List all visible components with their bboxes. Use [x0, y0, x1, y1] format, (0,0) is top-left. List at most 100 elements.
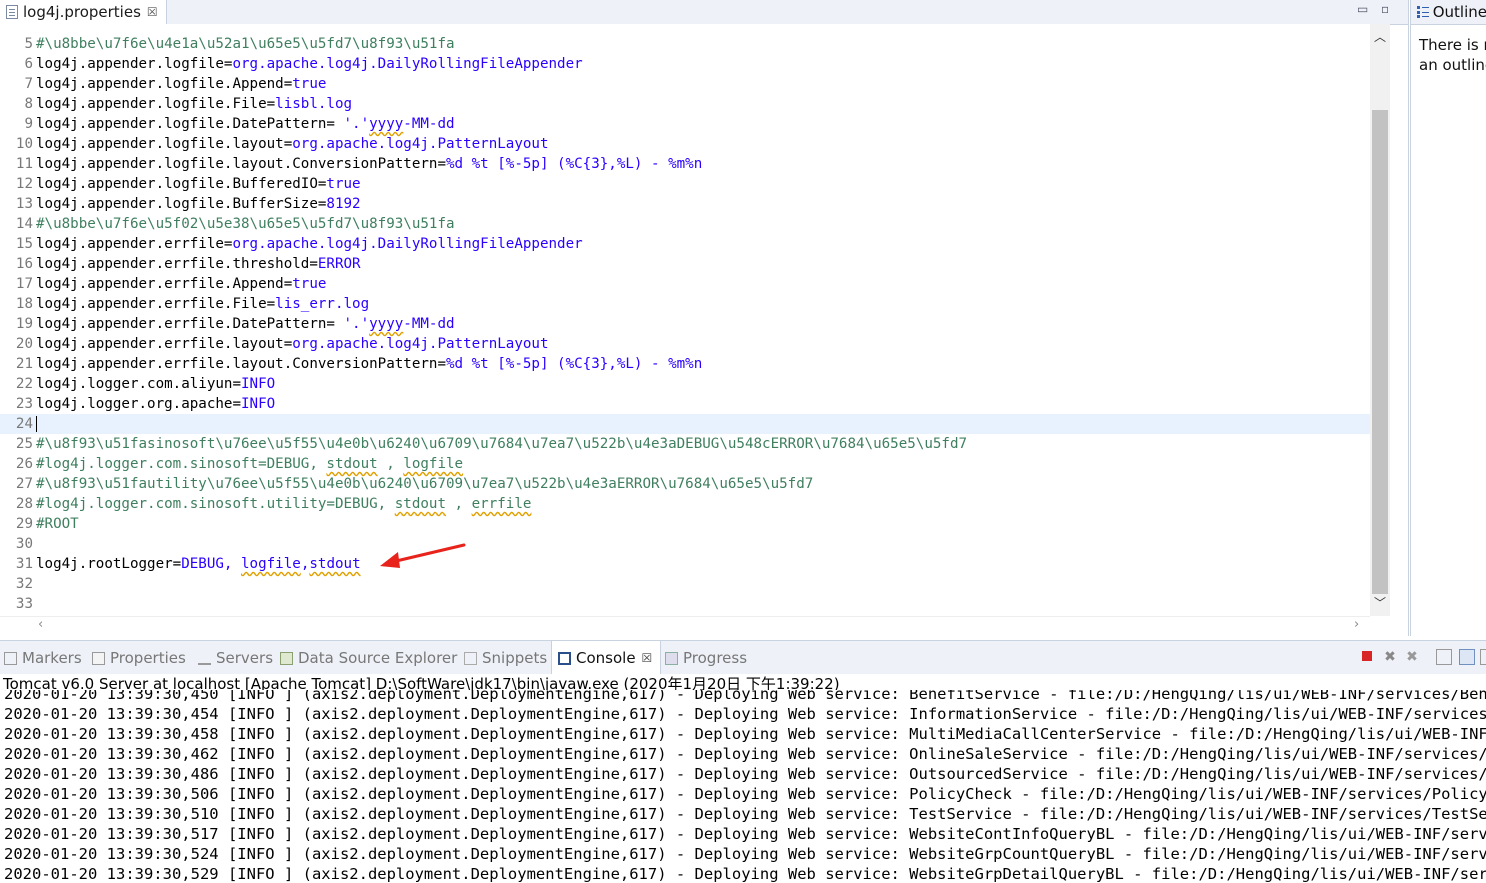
code-token: yyyy	[369, 316, 404, 332]
editor-tab-log4j-properties[interactable]: log4j.properties ☒	[0, 0, 167, 24]
tab-markers[interactable]: Markers	[4, 641, 82, 675]
console-output[interactable]: 2020-01-20 13:39:30,450 [INFO ] (axis2.d…	[0, 690, 1486, 883]
line-text: log4j.appender.errfile.DatePattern= '.'y…	[33, 314, 455, 334]
line-text: log4j.appender.logfile.layout=org.apache…	[33, 134, 549, 154]
code-line[interactable]: 17 log4j.appender.errfile.Append=true	[0, 274, 1370, 294]
properties-icon	[92, 651, 105, 665]
code-line[interactable]: 7 log4j.appender.logfile.Append=true	[0, 74, 1370, 94]
code-line[interactable]: 32	[0, 574, 1370, 594]
code-token: INFO	[241, 376, 276, 392]
scroll-lock-icon[interactable]	[1459, 649, 1475, 665]
code-line[interactable]: 15 log4j.appender.errfile=org.apache.log4…	[0, 234, 1370, 254]
code-token: log4j.appender.errfile=	[36, 236, 233, 252]
line-text: log4j.logger.org.apache=INFO	[33, 394, 275, 414]
line-text: log4j.appender.errfile.Append=true	[33, 274, 326, 294]
line-text: log4j.appender.logfile.layout.Conversion…	[33, 154, 702, 174]
close-icon[interactable]: ☒	[147, 5, 158, 19]
data-source-explorer-icon	[280, 651, 293, 665]
code-line[interactable]: 10 log4j.appender.logfile.layout=org.apac…	[0, 134, 1370, 154]
minimize-icon[interactable]: ▭	[1357, 2, 1368, 16]
code-line[interactable]: 19 log4j.appender.errfile.DatePattern= '.…	[0, 314, 1370, 334]
terminate-icon[interactable]	[1359, 649, 1375, 665]
properties-file-icon	[6, 5, 18, 19]
line-number: 31	[15, 556, 33, 572]
outline-message-line: an outline	[1419, 56, 1486, 74]
code-token: -MM-dd	[403, 116, 455, 132]
code-token: %d %t [%-5p] (%C{3},%L) - %m%n	[446, 156, 703, 172]
tab-label: Data Source Explorer	[298, 649, 458, 667]
line-number: 8	[24, 96, 33, 112]
vertical-scrollbar[interactable]: ︿ ﹀	[1370, 24, 1390, 616]
code-line[interactable]: 12 log4j.appender.logfile.BufferedIO=true	[0, 174, 1370, 194]
code-line[interactable]: 20 log4j.appender.errfile.layout=org.apac…	[0, 334, 1370, 354]
line-text: #ROOT	[33, 514, 79, 534]
code-line[interactable]: 5 #\u8bbe\u7f6e\u4e1a\u52a1\u65e5\u5fd7\u…	[0, 34, 1370, 54]
scroll-right-icon[interactable]: ›	[1354, 617, 1359, 632]
code-token: DEBUG,	[181, 556, 242, 572]
code-token: log4j.appender.logfile=	[36, 56, 233, 72]
line-number: 13	[15, 196, 33, 212]
code-line[interactable]: 16 log4j.appender.errfile.threshold=ERROR	[0, 254, 1370, 274]
code-line[interactable]: 29 #ROOT	[0, 514, 1370, 534]
code-line[interactable]: 18 log4j.appender.errfile.File=lis_err.lo…	[0, 294, 1370, 314]
code-line[interactable]: 33	[0, 594, 1370, 614]
code-line[interactable]: 27 #\u8f93\u51fautility\u76ee\u5f55\u4e0b…	[0, 474, 1370, 494]
close-icon[interactable]: ☒	[642, 651, 653, 665]
tab-properties[interactable]: Properties	[92, 641, 186, 675]
code-editor[interactable]: 5 #\u8bbe\u7f6e\u4e1a\u52a1\u65e5\u5fd7\u…	[0, 24, 1370, 616]
code-line[interactable]: 24	[0, 414, 1370, 434]
code-token: INFO	[241, 396, 276, 412]
code-line[interactable]: 21 log4j.appender.errfile.layout.Conversi…	[0, 354, 1370, 374]
console-line: 2020-01-20 13:39:30,524 [INFO ] (axis2.d…	[4, 845, 1486, 863]
horizontal-scrollbar[interactable]: ‹ ›	[0, 616, 1370, 635]
tab-servers[interactable]: Servers	[198, 641, 273, 675]
line-number: 21	[15, 356, 33, 372]
console-icon	[558, 651, 571, 665]
line-text: log4j.appender.errfile=org.apache.log4j.…	[33, 234, 583, 254]
code-token: log4j.appender.errfile.layout=	[36, 336, 293, 352]
word-wrap-icon[interactable]	[1480, 649, 1486, 665]
remove-all-terminated-icon[interactable]: ✖	[1404, 649, 1420, 665]
tab-label: Progress	[683, 649, 748, 667]
code-line[interactable]: 23 log4j.logger.org.apache=INFO	[0, 394, 1370, 414]
code-token: org.apache.log4j.PatternLayout	[292, 136, 549, 152]
clear-console-icon[interactable]	[1436, 649, 1452, 665]
outline-tab[interactable]: Outline	[1411, 0, 1486, 25]
tab-label: Console	[576, 649, 636, 667]
code-line[interactable]: 31 log4j.rootLogger=DEBUG, logfile,stdout	[0, 554, 1370, 574]
code-line[interactable]: 13 log4j.appender.logfile.BufferSize=8192	[0, 194, 1370, 214]
line-number: 26	[15, 456, 33, 472]
code-token: ERROR	[317, 256, 361, 272]
code-line[interactable]: 22 log4j.logger.com.aliyun=INFO	[0, 374, 1370, 394]
tab-label: Markers	[22, 649, 82, 667]
line-number: 6	[24, 56, 33, 72]
line-text: #\u8f93\u51fautility\u76ee\u5f55\u4e0b\u…	[33, 474, 813, 494]
console-line: 2020-01-20 13:39:30,450 [INFO ] (axis2.d…	[4, 690, 1486, 703]
tab-console[interactable]: Console ☒	[551, 641, 662, 675]
code-line[interactable]: 6 log4j.appender.logfile=org.apache.log4j…	[0, 54, 1370, 74]
code-line[interactable]: 25 #\u8f93\u51fasinosoft\u76ee\u5f55\u4e0…	[0, 434, 1370, 454]
code-line[interactable]: 30	[0, 534, 1370, 554]
tab-label: Servers	[216, 649, 274, 667]
tab-snippets[interactable]: Snippets	[464, 641, 547, 675]
code-line[interactable]: 8 log4j.appender.logfile.File=lisbl.log	[0, 94, 1370, 114]
code-line[interactable]: 14 #\u8bbe\u7f6e\u5f02\u5e38\u65e5\u5fd7\…	[0, 214, 1370, 234]
code-line[interactable]: 11 log4j.appender.logfile.layout.Conversi…	[0, 154, 1370, 174]
code-token: stdout	[394, 496, 446, 512]
scroll-up-icon[interactable]: ︿	[1374, 28, 1386, 45]
scroll-down-icon[interactable]: ﹀	[1374, 594, 1386, 611]
scroll-left-icon[interactable]: ‹	[38, 617, 43, 632]
code-token: log4j.appender.logfile.DatePattern=	[36, 116, 344, 132]
scrollbar-thumb[interactable]	[1372, 110, 1388, 594]
console-line: 2020-01-20 13:39:30,454 [INFO ] (axis2.d…	[4, 705, 1486, 723]
line-text: log4j.appender.logfile.Append=true	[33, 74, 326, 94]
maximize-icon[interactable]: ▫	[1381, 2, 1389, 16]
line-number: 17	[15, 276, 33, 292]
code-line[interactable]: 9 log4j.appender.logfile.DatePattern= '.'…	[0, 114, 1370, 134]
code-token: true	[326, 176, 361, 192]
tab-progress[interactable]: Progress	[665, 641, 747, 675]
remove-launch-icon[interactable]: ✖	[1382, 649, 1398, 665]
tab-data-source-explorer[interactable]: Data Source Explorer	[280, 641, 457, 675]
code-line[interactable]: 26 #log4j.logger.com.sinosoft=DEBUG, stdo…	[0, 454, 1370, 474]
code-line[interactable]: 28 #log4j.logger.com.sinosoft.utility=DEB…	[0, 494, 1370, 514]
